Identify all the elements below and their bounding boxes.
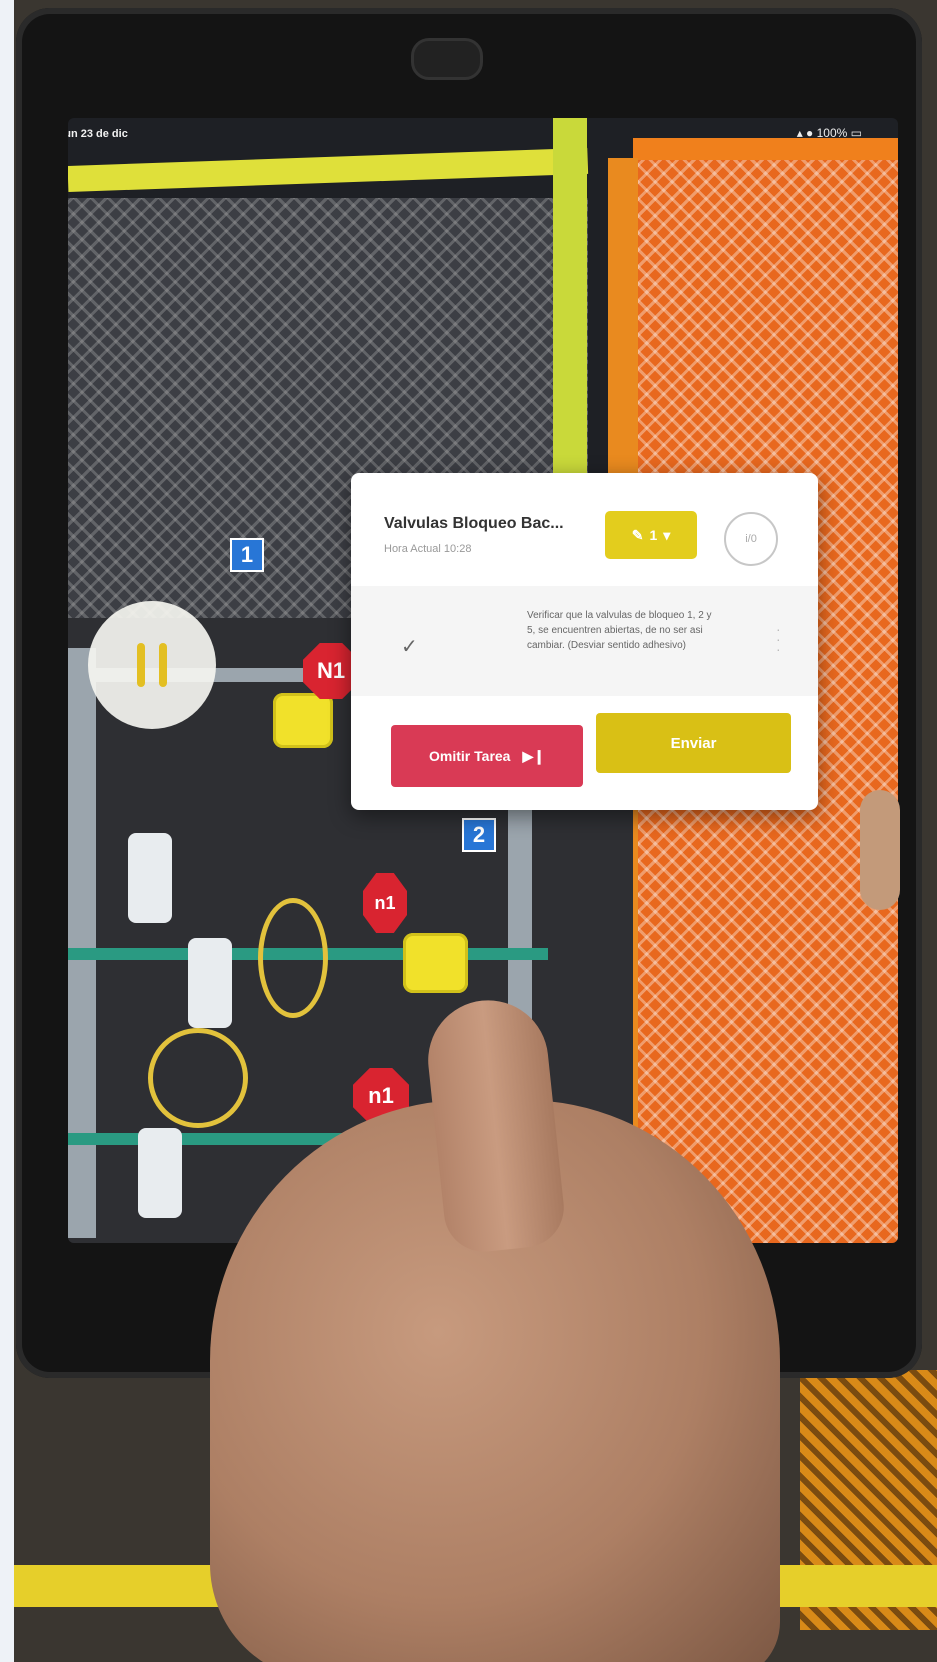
task-description: Verificar que la valvulas de bloqueo 1, … <box>527 610 712 651</box>
skip-task-button[interactable]: Omitir Tarea ▶❙ <box>391 725 583 787</box>
pause-icon <box>137 643 145 687</box>
pause-button[interactable] <box>88 601 216 729</box>
skip-forward-icon: ▶❙ <box>522 747 545 764</box>
yellow-valve <box>403 933 468 993</box>
valve-marker-n1: n1 <box>363 873 407 933</box>
vertical-pipe <box>68 648 96 1238</box>
edit-count: 1 <box>649 527 658 543</box>
filter-unit <box>188 938 232 1028</box>
status-time: 10:27 lun 23 de dic <box>68 128 128 140</box>
more-options-icon[interactable]: · · · <box>776 622 782 656</box>
current-time-label: Hora Actual 10:28 <box>384 543 472 555</box>
edit-count-button[interactable]: ✎ 1 ▾ <box>605 511 697 559</box>
yellow-valve <box>273 693 333 748</box>
yellow-cable <box>148 1028 248 1128</box>
check-icon[interactable]: ✓ <box>401 634 418 659</box>
orange-top-rail <box>633 138 898 160</box>
task-item[interactable]: ✓ Verificar que la valvulas de bloqueo 1… <box>351 586 818 696</box>
chevron-down-icon: ▾ <box>663 526 671 543</box>
send-button[interactable]: Enviar <box>596 713 791 773</box>
marker-tag-1: 1 <box>230 538 264 572</box>
task-title: Valvulas Bloqueo Bac... <box>384 515 564 532</box>
filter-unit <box>138 1128 182 1218</box>
filter-unit <box>128 833 172 923</box>
marker-tag-2: 2 <box>462 818 496 852</box>
pencil-icon: ✎ <box>631 526 644 543</box>
task-panel: Valvulas Bloqueo Bac... Hora Actual 10:2… <box>351 473 818 810</box>
skip-label: Omitir Tarea <box>429 748 511 764</box>
left-margin <box>0 0 14 1662</box>
hand-edge <box>860 790 900 910</box>
status-icons: ▴ ● 100% ▭ <box>796 126 862 140</box>
yellow-top-rail <box>68 147 589 192</box>
photo-scene: 1 2 N1 n1 n1 10:27 lun 23 de dic ▴ ● 100… <box>0 0 937 1662</box>
yellow-cable <box>258 898 328 1018</box>
pause-icon <box>159 643 167 687</box>
front-camera <box>411 38 483 80</box>
send-label: Enviar <box>670 734 717 752</box>
progress-circle-button[interactable]: i/0 <box>724 512 778 566</box>
progress-label: i/0 <box>745 533 757 545</box>
